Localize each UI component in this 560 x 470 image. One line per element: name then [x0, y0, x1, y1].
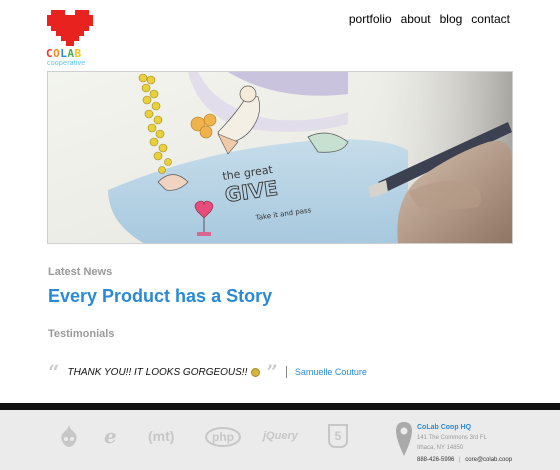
main-nav: portfolio about blog contact: [349, 12, 510, 26]
html5-icon: 5: [328, 424, 348, 448]
heart-logo-icon: [47, 10, 93, 46]
drupal-icon: [61, 425, 77, 447]
email-link[interactable]: core@colab.coop: [465, 457, 512, 463]
open-quote-icon: “: [48, 360, 60, 384]
divider: [285, 366, 287, 378]
logo[interactable]: COLAB cooperative: [46, 10, 96, 67]
nav-about[interactable]: about: [401, 12, 431, 26]
hero-image: the great GIVE Take it and pass: [47, 71, 513, 244]
footer: e (mt) php jQuery 5 CoLab Coop HQ 141 Th…: [0, 410, 560, 470]
testimonial-author-link[interactable]: Samuelle Couture: [295, 367, 367, 377]
ie-icon: e: [104, 424, 117, 448]
news-headline-link[interactable]: Every Product has a Story: [48, 286, 272, 307]
latest-news-heading: Latest News: [48, 266, 113, 278]
php-icon: php: [205, 427, 241, 447]
movable-type-icon: (mt): [148, 428, 175, 444]
address-line-2: Ithaca, NY 14850: [417, 445, 464, 451]
testimonial: “ THANK YOU!! IT LOOKS GORGEOUS!! ” Samu…: [48, 362, 367, 382]
nav-blog[interactable]: blog: [440, 12, 463, 26]
close-quote-icon: ”: [266, 360, 278, 384]
logo-letter: B: [74, 47, 82, 60]
address-line-1: 141 The Commons 3rd FL: [417, 435, 487, 441]
nav-portfolio[interactable]: portfolio: [349, 12, 392, 26]
logo-wordmark: COLAB: [46, 48, 82, 59]
footer-divider-bar: [0, 403, 560, 410]
divider: |: [459, 457, 461, 463]
logo-letter: A: [67, 47, 75, 60]
testimonials-heading: Testimonials: [48, 328, 115, 340]
phone-number[interactable]: 888-426-5996: [417, 457, 454, 463]
logo-tagline: cooperative: [47, 60, 86, 67]
footer-contact: CoLab Coop HQ 141 The Commons 3rd FL Ith…: [417, 423, 515, 465]
contact-row: 888-426-5996 | core@colab.coop: [417, 455, 515, 465]
jquery-icon: jQuery: [263, 430, 298, 442]
smiley-icon: [251, 367, 261, 377]
location-pin-icon: [396, 422, 412, 456]
testimonial-quote: THANK YOU!! IT LOOKS GORGEOUS!!: [67, 366, 248, 378]
contact-title: CoLab Coop HQ: [417, 424, 472, 431]
hero-illustration: the great GIVE Take it and pass: [48, 72, 512, 243]
nav-contact[interactable]: contact: [471, 12, 510, 26]
